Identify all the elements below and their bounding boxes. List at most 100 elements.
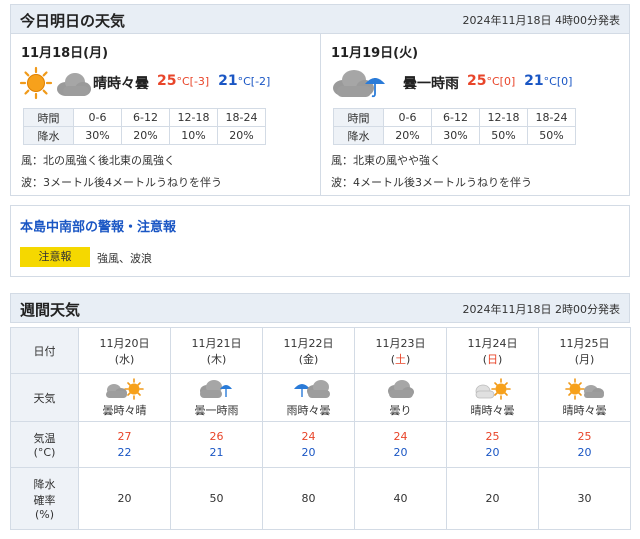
rain-cell: 20% bbox=[217, 126, 266, 145]
rain-cell: 50% bbox=[479, 126, 528, 145]
weather-text: 曇り bbox=[389, 403, 412, 417]
date-cell: 11月24日 (日) bbox=[446, 327, 539, 374]
weather-text: 曇一時雨 bbox=[403, 76, 459, 92]
weekday-text: (月) bbox=[574, 352, 595, 366]
weather-label: 天気 bbox=[10, 373, 79, 422]
temp-unit: °C bbox=[176, 75, 190, 88]
rain-cell: 20% bbox=[383, 126, 432, 145]
weekday-sunday: 日 bbox=[487, 352, 498, 366]
weather-cell: 晴時々曇 bbox=[446, 373, 539, 422]
weekly-title: 週間天気 bbox=[20, 301, 81, 319]
temp-cell: 24 20 bbox=[354, 421, 447, 468]
date-text: 11月23日 bbox=[375, 336, 426, 350]
date-cell: 11月25日 (月) bbox=[538, 327, 631, 374]
date-cell: 11月23日 (土) bbox=[354, 327, 447, 374]
high-temp: 25 bbox=[157, 73, 177, 89]
wind-info: 風：北東の風やや強く bbox=[331, 154, 441, 167]
cloud-sun-icon bbox=[105, 377, 144, 400]
umbrella-cloud-icon bbox=[293, 379, 330, 398]
today-header: 今日明日の天気 2024年11月18日 4時00分発表 bbox=[10, 4, 630, 34]
low-temp-diff: [0] bbox=[556, 75, 573, 88]
temperature-range: 25°C[0] 21°C[0] bbox=[467, 73, 572, 89]
rain-label-line: 降水 bbox=[33, 478, 56, 491]
weekly-table: 日付 11月20日 (水) 11月21日 (木) 11月22日 (金) 11月23日(… bbox=[10, 327, 631, 530]
rain-cell: 50% bbox=[527, 126, 576, 145]
period-cell: 6-12 bbox=[431, 108, 480, 127]
weekday-paren: ) bbox=[498, 352, 503, 366]
today-issued: 2024年11月18日 4時00分発表 bbox=[462, 14, 620, 27]
temp-cell: 27 22 bbox=[78, 421, 171, 468]
period-cell: 6-12 bbox=[121, 108, 170, 127]
high-temp-diff: [-3] bbox=[189, 75, 210, 88]
rain-label-line: 確率 bbox=[33, 494, 56, 507]
low-temp: 21 bbox=[209, 446, 224, 459]
period-cell: 0-6 bbox=[383, 108, 432, 127]
high-temp: 24 bbox=[301, 430, 316, 443]
advisory-text: 強風、波浪 bbox=[97, 252, 152, 265]
day-date: 11月19日(火) bbox=[331, 46, 419, 61]
rain-cell: 30% bbox=[73, 126, 122, 145]
wave-info: 波：4メートル後3メートルうねりを伴う bbox=[331, 176, 532, 189]
rain-prob-cell: 80 bbox=[262, 467, 355, 530]
today-title: 今日明日の天気 bbox=[20, 12, 126, 30]
weather-text: 雨時々曇 bbox=[286, 403, 331, 417]
advisory-badge: 注意報 bbox=[20, 247, 90, 267]
rain-time-label: 時間 bbox=[333, 108, 384, 127]
period-cell: 12-18 bbox=[169, 108, 218, 127]
date-text: 11月21日 bbox=[191, 336, 242, 350]
day-forecast-tomorrow: 11月19日(火) 曇一時雨 25°C[0] 21°C[0] 時間 0-6 6-… bbox=[321, 34, 631, 196]
rain-prob-cell: 20 bbox=[446, 467, 539, 530]
high-temp: 26 bbox=[209, 430, 224, 443]
low-temp: 20 bbox=[577, 446, 592, 459]
period-cell: 12-18 bbox=[479, 108, 528, 127]
weather-cell: 曇一時雨 bbox=[170, 373, 263, 422]
weekday-text: (金) bbox=[298, 352, 319, 366]
low-temp: 20 bbox=[301, 446, 316, 459]
period-cell: 0-6 bbox=[73, 108, 122, 127]
weather-text: 曇一時雨 bbox=[194, 403, 239, 417]
temp-label-line: 気温 bbox=[33, 432, 56, 445]
high-temp: 25 bbox=[485, 430, 500, 443]
cloud-umbrella-icon bbox=[329, 66, 405, 102]
rain-prob-label: 降水確率 (%) bbox=[10, 467, 79, 530]
day-forecast-today: 11月18日(月) 晴時々曇 25°C[-3] 21°C[-2] 時間 0-6 … bbox=[11, 34, 321, 196]
period-cell: 18-24 bbox=[527, 108, 576, 127]
wave-info: 波：3メートル後4メートルうねりを伴う bbox=[21, 176, 222, 189]
rain-cell: 20% bbox=[121, 126, 170, 145]
weather-text: 晴時々曇 bbox=[470, 403, 515, 417]
cloud-icon bbox=[387, 379, 414, 398]
temperature-row: 気温 (°C) 27 22 26 21 24 20 24 20 25 20 25 20 bbox=[10, 421, 631, 468]
temp-cell: 24 20 bbox=[262, 421, 355, 468]
rain-probability-row: 降水 確率 (%) 20 50 80 40 20 30 bbox=[10, 467, 631, 530]
temp-cell: 25 20 bbox=[538, 421, 631, 468]
temp-label-unit: (°C) bbox=[33, 446, 56, 459]
date-cell: 11月20日 (水) bbox=[78, 327, 171, 374]
rain-label-unit: (%) bbox=[34, 508, 55, 521]
warning-title-link[interactable]: 本島中南部の警報・注意報 bbox=[20, 216, 176, 235]
today-panel: 11月18日(月) 晴時々曇 25°C[-3] 21°C[-2] 時間 0-6 … bbox=[10, 34, 630, 196]
day-date: 11月18日(月) bbox=[21, 46, 109, 61]
high-temp: 25 bbox=[577, 430, 592, 443]
date-label: 日付 bbox=[10, 327, 79, 374]
weekly-issued: 2024年11月18日 2時00分発表 bbox=[462, 303, 620, 316]
sun-cloud-icon bbox=[19, 66, 95, 102]
date-cell: 11月21日 (木) bbox=[170, 327, 263, 374]
rain-prob-cell: 30 bbox=[538, 467, 631, 530]
rain-precip-label: 降水 bbox=[23, 126, 74, 145]
temp-unit: °C bbox=[237, 75, 251, 88]
weekday-paren: ) bbox=[406, 352, 411, 366]
temperature-range: 25°C[-3] 21°C[-2] bbox=[157, 73, 270, 89]
rain-prob-cell: 20 bbox=[78, 467, 171, 530]
rain-cell: 30% bbox=[431, 126, 480, 145]
date-text: 11月24日 bbox=[467, 336, 518, 350]
weather-cell: 雨時々曇 bbox=[262, 373, 355, 422]
weather-text: 曇時々晴 bbox=[102, 403, 147, 417]
sun-cloud-icon bbox=[564, 377, 604, 400]
high-temp: 24 bbox=[393, 430, 408, 443]
cloud-umbrella-icon bbox=[199, 379, 232, 398]
weekday-text: (水) bbox=[114, 352, 135, 366]
temp-unit: °C bbox=[543, 75, 557, 88]
weather-text: 晴時々曇 bbox=[562, 403, 607, 417]
rain-prob-cell: 50 bbox=[170, 467, 263, 530]
temp-cell: 26 21 bbox=[170, 421, 263, 468]
